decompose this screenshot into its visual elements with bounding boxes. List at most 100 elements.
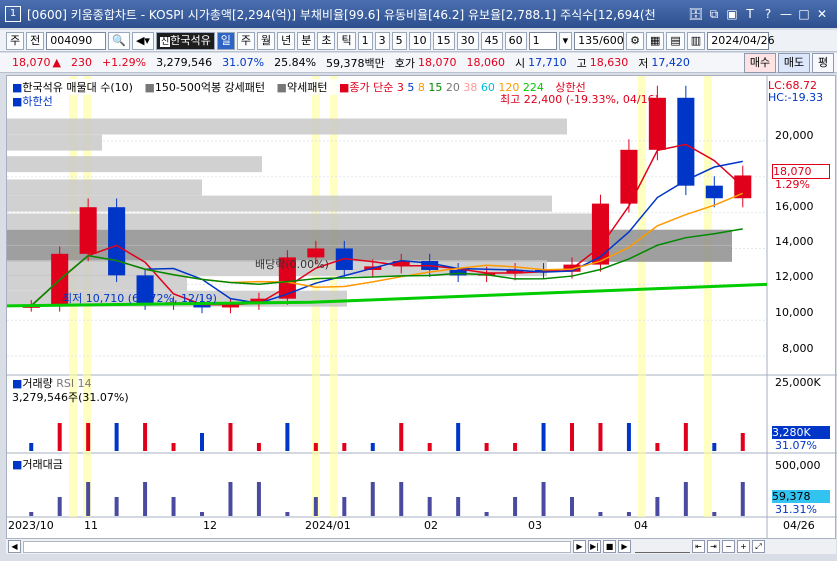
candle-body-25 [734,175,752,199]
amount-bar-23 [683,482,688,516]
sell-button[interactable]: 매도 [778,53,810,73]
interval-15[interactable]: 15 [432,31,455,50]
interval-45[interactable]: 45 [480,31,503,50]
period-tick[interactable]: 틱 [337,31,356,50]
amount-title: ■거래대금 [12,456,63,472]
turnover-value: 31.07% [222,56,265,69]
amount-bar-11 [342,497,347,516]
volume-bar-6 [200,433,204,451]
legend-ma15: 15 [428,81,443,94]
interval-3[interactable]: 3 [374,31,390,50]
chart-expand-icon[interactable]: ⤢ [752,540,765,553]
stock-code-input[interactable]: 004090 [46,31,107,50]
amount-value: 59,378백만 [326,56,385,70]
interval-10[interactable]: 10 [408,31,431,50]
font-icon[interactable]: T [741,7,759,21]
scroll-track[interactable] [23,540,571,553]
volume-current-tag: 3,280K [772,426,830,439]
date-input[interactable]: 2024/04/26 [707,31,775,50]
unit-input[interactable]: 1 [528,31,557,50]
candle-body-3 [108,207,126,276]
grid-icon[interactable]: ▦ [645,31,665,50]
play-icon[interactable]: ▶ [618,540,631,553]
interval-5[interactable]: 5 [391,31,407,50]
close-icon[interactable]: ✕ [813,7,831,21]
amount-title-text: 거래대금 [22,458,63,471]
amount-bar-24 [712,512,717,516]
candle-body-20 [591,203,609,265]
legend-strong-pattern: 150-500억봉 강세패턴 [154,81,266,94]
date-tick-2024-01: 2024/01 [305,519,351,532]
settings-icon[interactable]: ⚙ [626,31,644,50]
volume-profile-bar-9 [7,274,187,291]
calendar-icon[interactable]: ▥ [686,31,706,50]
period-month[interactable]: 월 [256,31,276,50]
amount-bar-21 [626,512,631,516]
candle-body-2 [79,207,97,254]
unit-dropdown-icon[interactable]: ▾ [558,31,573,50]
price-tick-16000: 16,000 [775,200,814,213]
buy-button[interactable]: 매수 [744,53,776,73]
date-tick-02: 02 [424,519,438,532]
price-tick-8000: 8,000 [782,342,814,355]
amount-bar-16 [484,512,489,516]
low-value: 17,420 [651,56,690,69]
interval-1[interactable]: 1 [357,31,373,50]
amount-bar-13 [399,482,404,516]
stop-icon[interactable]: ■ [603,540,616,553]
zoom-out-icon[interactable]: ⇥ [707,540,720,553]
avg-button[interactable]: 평 [812,53,834,73]
maximize-icon[interactable]: □ [795,7,813,21]
price-chart-svg[interactable] [6,76,837,541]
scroll-left-icon[interactable]: ◀ [8,540,21,553]
period-week[interactable]: 주 [236,31,255,50]
tile-icon[interactable]: ⧉ [705,7,723,22]
amount-bar-1 [57,497,62,516]
volume-bar-8 [256,443,261,451]
zoom-left-icon[interactable]: ⇤ [692,540,705,553]
current-price-pct: 1.29% [775,178,810,191]
prev-button[interactable]: 전 [26,31,45,50]
period-year[interactable]: 년 [277,31,296,50]
volume-bar-22 [655,443,660,451]
legend-bullet-icon: ■ [276,81,287,94]
minimize-icon[interactable]: — [777,7,795,21]
count-input[interactable]: 135/600 [574,31,625,50]
amount-bar-9 [285,512,290,516]
interval-60[interactable]: 60 [504,31,527,50]
dividend-annotation: 배당락(0.00%) [255,258,329,271]
interval-30[interactable]: 30 [456,31,479,50]
sound-icon[interactable]: ◀▾ [131,31,154,50]
zoom-plus-icon[interactable]: + [737,540,750,553]
high-value: 18,630 [589,56,629,69]
period-day[interactable]: 일 [216,31,235,50]
chart-type-select[interactable]: 주 [6,31,25,50]
amount-bar-10 [313,497,318,516]
volume-bar-12 [370,443,375,451]
chart-area[interactable] [6,75,837,541]
search-icon[interactable]: 🔍 [108,31,130,50]
chart-scrollbar[interactable]: ◀ ▶ ▶| ■ ▶ ⇤ ⇥ − + ⤢ [6,538,836,554]
amount-axis-top: 500,000 [775,459,821,472]
next-icon[interactable]: ▶| [588,540,601,553]
help-question-icon[interactable]: ? [759,7,777,21]
change-value: 230 [70,56,92,69]
price-tick-20000: 20,000 [775,129,814,142]
zoom-slider[interactable] [635,541,690,553]
stock-name: 한국석유 [170,33,211,47]
zoom-minus-icon[interactable]: − [722,540,735,553]
volume-bar-1 [57,423,62,451]
legend-ma3: 3 [396,81,404,94]
amount-bar-0 [29,512,34,516]
event-column-5 [704,76,712,517]
scroll-right-icon[interactable]: ▶ [573,540,586,553]
ask-label: 호가 [394,56,416,70]
help-icon[interactable]: 🗄 [687,7,705,21]
legend-bullet-icon: ■ [338,81,350,94]
save-icon[interactable]: ▣ [723,7,741,21]
save-chart-icon[interactable]: ▤ [666,31,685,50]
volume-profile-bar-0 [7,118,567,135]
max-annotation: 최고 22,400 (-19.33%, 04/16) [500,93,659,106]
period-second[interactable]: 초 [317,31,336,50]
period-minute[interactable]: 분 [297,31,316,50]
